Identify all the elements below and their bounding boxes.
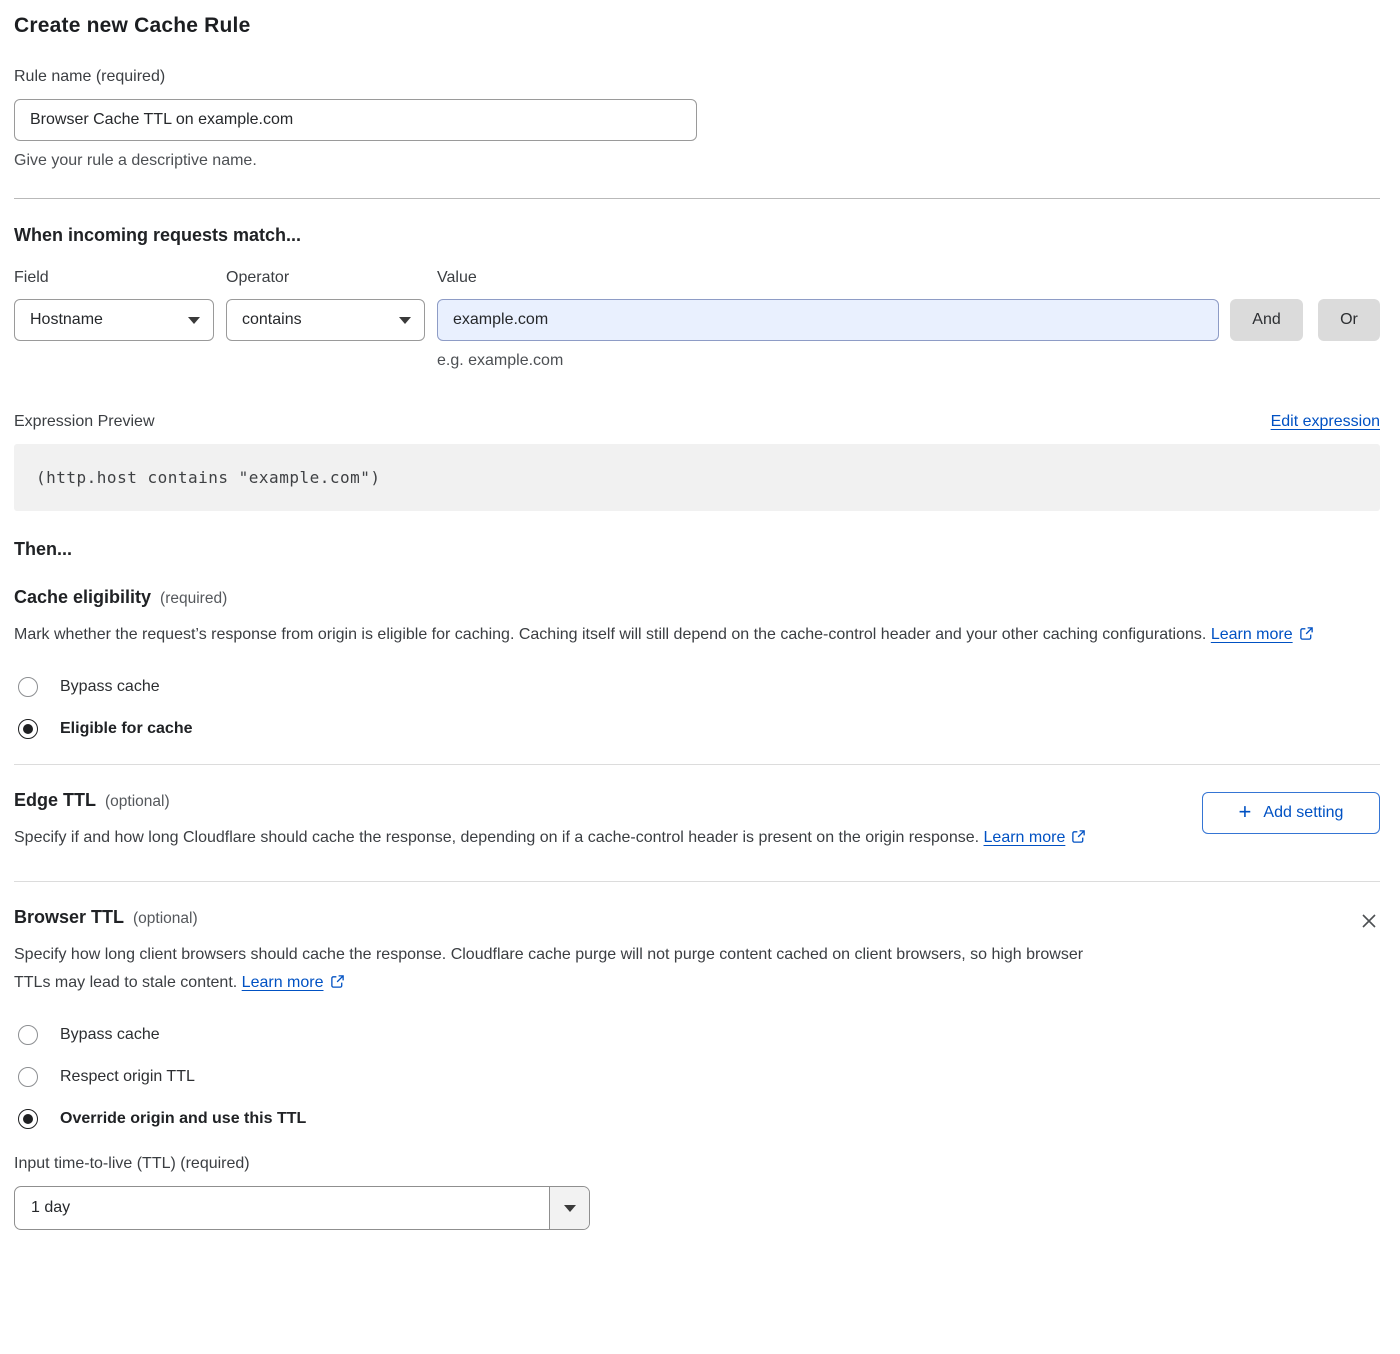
browser-ttl-title-row: Browser TTL (optional) xyxy=(14,907,1338,928)
browser-ttl-section: Browser TTL (optional) Specify how long … xyxy=(14,907,1380,999)
match-heading: When incoming requests match... xyxy=(14,225,1380,246)
cache-eligibility-radio-group: Bypass cache Eligible for cache xyxy=(14,677,1380,739)
radio-bypass-cache[interactable]: Bypass cache xyxy=(14,677,1380,697)
operator-select[interactable]: contains xyxy=(226,299,425,341)
radio-label: Respect origin TTL xyxy=(60,1068,195,1086)
field-select[interactable]: Hostname xyxy=(14,299,214,341)
edge-ttl-title-row: Edge TTL (optional) xyxy=(14,790,1182,811)
radio-respect-origin-ttl[interactable]: Respect origin TTL xyxy=(14,1067,1380,1087)
ttl-input-field: Input time-to-live (TTL) (required) 1 da… xyxy=(14,1155,1380,1230)
cache-eligibility-title: Cache eligibility xyxy=(14,587,151,608)
radio-circle-icon xyxy=(18,1109,38,1129)
create-cache-rule-form: Create new Cache Rule Rule name (require… xyxy=(0,0,1400,1230)
external-link-icon xyxy=(1299,623,1314,651)
external-link-icon xyxy=(330,971,345,999)
match-labels-row: Field Operator Value xyxy=(14,269,1380,287)
edge-ttl-section: Edge TTL (optional) Specify if and how l… xyxy=(14,790,1380,854)
value-label: Value xyxy=(437,269,477,287)
or-button[interactable]: Or xyxy=(1318,299,1380,341)
edge-ttl-learn-more-link[interactable]: Learn more xyxy=(984,829,1066,846)
radio-circle-icon xyxy=(18,719,38,739)
edge-ttl-qualifier: (optional) xyxy=(105,793,170,811)
chevron-down-icon xyxy=(399,317,411,324)
value-input[interactable] xyxy=(437,299,1219,341)
plus-icon: + xyxy=(1239,801,1252,823)
ttl-select[interactable]: 1 day xyxy=(14,1186,590,1230)
operator-select-value: contains xyxy=(242,311,302,329)
chevron-down-icon xyxy=(564,1205,576,1212)
field-label: Field xyxy=(14,269,226,287)
close-icon xyxy=(1359,919,1379,934)
cache-eligibility-learn-more-link[interactable]: Learn more xyxy=(1211,626,1293,643)
external-link-icon xyxy=(1071,826,1086,854)
match-controls-row: Hostname contains And Or xyxy=(14,299,1380,341)
expression-preview-label: Expression Preview xyxy=(14,413,155,431)
page-title: Create new Cache Rule xyxy=(14,14,1380,38)
section-divider xyxy=(14,198,1380,199)
ttl-select-value: 1 day xyxy=(15,1187,549,1229)
add-setting-button[interactable]: + Add setting xyxy=(1202,792,1380,834)
cache-eligibility-description-text: Mark whether the request’s response from… xyxy=(14,626,1206,643)
radio-circle-icon xyxy=(18,677,38,697)
operator-label: Operator xyxy=(226,269,437,287)
radio-label: Override origin and use this TTL xyxy=(60,1110,306,1128)
browser-ttl-learn-more-link[interactable]: Learn more xyxy=(242,974,324,991)
browser-ttl-description: Specify how long client browsers should … xyxy=(14,941,1104,999)
edge-ttl-description-text: Specify if and how long Cloudflare shoul… xyxy=(14,829,979,846)
radio-label: Eligible for cache xyxy=(60,720,192,738)
browser-ttl-main: Browser TTL (optional) Specify how long … xyxy=(14,907,1338,999)
radio-circle-icon xyxy=(18,1025,38,1045)
cache-eligibility-description: Mark whether the request’s response from… xyxy=(14,621,1380,651)
field-select-value: Hostname xyxy=(30,311,103,329)
radio-circle-icon xyxy=(18,1067,38,1087)
browser-ttl-title: Browser TTL xyxy=(14,907,124,928)
ttl-input-label: Input time-to-live (TTL) (required) xyxy=(14,1155,1380,1173)
browser-ttl-qualifier: (optional) xyxy=(133,910,198,928)
radio-browser-bypass-cache[interactable]: Bypass cache xyxy=(14,1025,1380,1045)
edge-ttl-main: Edge TTL (optional) Specify if and how l… xyxy=(14,790,1182,854)
add-setting-label: Add setting xyxy=(1263,804,1343,822)
edge-ttl-title: Edge TTL xyxy=(14,790,96,811)
remove-browser-ttl-button[interactable] xyxy=(1358,911,1380,933)
section-divider xyxy=(14,764,1380,765)
radio-override-origin-ttl[interactable]: Override origin and use this TTL xyxy=(14,1109,1380,1129)
cache-eligibility-title-row: Cache eligibility (required) xyxy=(14,587,1380,608)
browser-ttl-description-text: Specify how long client browsers should … xyxy=(14,946,1083,991)
radio-label: Bypass cache xyxy=(60,1026,160,1044)
and-button[interactable]: And xyxy=(1230,299,1303,341)
match-section: When incoming requests match... Field Op… xyxy=(14,225,1380,370)
expression-code-block: (http.host contains "example.com") xyxy=(14,444,1380,511)
edge-ttl-description: Specify if and how long Cloudflare shoul… xyxy=(14,824,1104,854)
radio-eligible-for-cache[interactable]: Eligible for cache xyxy=(14,719,1380,739)
radio-label: Bypass cache xyxy=(60,678,160,696)
rule-name-help: Give your rule a descriptive name. xyxy=(14,152,1380,170)
rule-name-input[interactable] xyxy=(14,99,697,141)
ttl-select-caret-button[interactable] xyxy=(549,1187,589,1229)
edit-expression-link[interactable]: Edit expression xyxy=(1271,413,1380,431)
cache-eligibility-qualifier: (required) xyxy=(160,590,227,608)
section-divider xyxy=(14,881,1380,882)
browser-ttl-radio-group: Bypass cache Respect origin TTL Override… xyxy=(14,1025,1380,1129)
rule-name-label: Rule name (required) xyxy=(14,68,1380,86)
chevron-down-icon xyxy=(188,317,200,324)
value-help: e.g. example.com xyxy=(437,352,1380,370)
expression-preview-row: Expression Preview Edit expression xyxy=(14,413,1380,431)
then-heading: Then... xyxy=(14,539,1380,560)
